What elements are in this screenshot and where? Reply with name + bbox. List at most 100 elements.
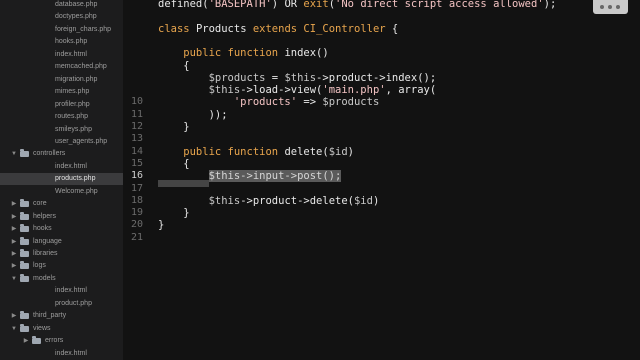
line-number: 16 xyxy=(130,170,143,182)
chevron-right-icon[interactable]: ▶ xyxy=(10,198,18,210)
line-number: 13 xyxy=(130,133,143,145)
code-text: 'products' => $products xyxy=(233,96,380,109)
code-line[interactable]: defined('BASEPATH') OR exit('No direct s… xyxy=(123,0,640,10)
code-line[interactable]: class Products extends CI_Controller { xyxy=(123,23,640,35)
code-line[interactable]: 16 $this->input->post(); xyxy=(123,170,640,183)
code-line[interactable] xyxy=(123,35,640,47)
line-number: 15 xyxy=(130,157,143,169)
code-line[interactable]: 10 'products' => $products xyxy=(123,96,640,108)
tree-item-label: product.php xyxy=(55,299,92,307)
line-number: 17 xyxy=(130,182,143,194)
folder-item[interactable]: ▶ third_party xyxy=(0,310,123,322)
file-item[interactable]: foreign_chars.php xyxy=(0,24,123,36)
code-text: } xyxy=(158,207,190,220)
folder-icon xyxy=(20,211,29,220)
tree-item-label: controllers xyxy=(33,150,66,158)
file-item[interactable]: index.html xyxy=(0,49,123,61)
folder-item[interactable]: ▶ hooks xyxy=(0,223,123,235)
file-item[interactable]: Welcome.php xyxy=(0,186,123,198)
chevron-right-icon[interactable]: ▶ xyxy=(22,335,30,347)
window-control-badge[interactable] xyxy=(593,0,628,14)
line-number: 21 xyxy=(130,231,143,243)
code-line[interactable]: $this->load->view('main.php', array( xyxy=(123,84,640,96)
file-item[interactable]: smileys.php xyxy=(0,124,123,136)
folder-item[interactable]: ▼ models xyxy=(0,273,123,285)
tree-item-label: language xyxy=(33,237,62,245)
chevron-right-icon[interactable]: ▶ xyxy=(10,310,18,322)
code-text: public function index() xyxy=(158,47,329,60)
file-item[interactable]: user_agents.php xyxy=(0,136,123,148)
code-line[interactable]: 15 { xyxy=(123,158,640,170)
chevron-right-icon[interactable]: ▶ xyxy=(10,223,18,235)
tree-item-label: user_agents.php xyxy=(55,137,108,145)
tree-item-label: hooks.php xyxy=(55,38,88,46)
tree-item-label: index.html xyxy=(55,349,87,357)
code-line[interactable]: 20} xyxy=(123,219,640,231)
code-line[interactable]: 14 public function delete($id) xyxy=(123,146,640,158)
file-item[interactable]: database.php xyxy=(0,0,123,11)
file-item[interactable]: index.html xyxy=(0,161,123,173)
chevron-down-icon[interactable]: ▼ xyxy=(10,273,18,285)
tree-item-label: Welcome.php xyxy=(55,187,98,195)
folder-icon xyxy=(20,149,29,158)
tree-item-label: logs xyxy=(33,262,46,270)
tree-item-label: products.php xyxy=(55,175,96,183)
chevron-down-icon[interactable]: ▼ xyxy=(10,148,18,160)
chevron-right-icon[interactable]: ▶ xyxy=(10,260,18,272)
chevron-right-icon[interactable]: ▶ xyxy=(10,236,18,248)
folder-icon xyxy=(20,199,29,208)
folder-item[interactable]: ▶ helpers xyxy=(0,211,123,223)
tree-item-label: errors xyxy=(45,337,64,345)
code-text: $this->load->view('main.php', array( xyxy=(158,84,437,97)
chevron-right-icon[interactable]: ▶ xyxy=(10,211,18,223)
folder-icon xyxy=(32,336,41,345)
line-number: 10 xyxy=(130,96,143,108)
code-line[interactable]: 21 xyxy=(123,232,640,244)
code-line[interactable]: 11 )); xyxy=(123,109,640,121)
code-editor[interactable]: defined('BASEPATH') OR exit('No direct s… xyxy=(123,0,640,360)
code-text: $this->input->post(); xyxy=(208,170,342,183)
line-number: 14 xyxy=(130,145,143,157)
code-line[interactable]: 18 $this->product->delete($id) xyxy=(123,195,640,207)
folder-item[interactable]: ▶ errors xyxy=(0,335,123,347)
file-item[interactable]: mimes.php xyxy=(0,86,123,98)
file-item[interactable]: profiler.php xyxy=(0,99,123,111)
file-tree-sidebar: database.php doctypes.php foreign_chars.ph… xyxy=(0,0,123,360)
chevron-down-icon[interactable]: ▼ xyxy=(10,323,18,335)
code-line[interactable]: $products = $this->product->index(); xyxy=(123,72,640,84)
code-line[interactable] xyxy=(123,10,640,22)
file-item[interactable]: doctypes.php xyxy=(0,11,123,23)
code-line[interactable]: public function index() xyxy=(123,47,640,59)
code-text: )); xyxy=(158,108,228,121)
file-item[interactable]: memcached.php xyxy=(0,61,123,73)
folder-item[interactable]: ▶ libraries xyxy=(0,248,123,260)
code-line[interactable]: { xyxy=(123,60,640,72)
code-text: } xyxy=(158,121,190,133)
line-number: 20 xyxy=(130,219,143,231)
code-text: $this->product->delete($id) xyxy=(158,194,380,207)
file-item[interactable]: index.html xyxy=(0,348,123,360)
file-item[interactable]: routes.php xyxy=(0,111,123,123)
file-item[interactable]: products.php xyxy=(0,173,123,186)
tree-item-label: models xyxy=(33,274,56,282)
folder-item[interactable]: ▶ logs xyxy=(0,260,123,272)
folder-item[interactable]: ▼ views xyxy=(0,323,123,335)
code-line[interactable]: 12 } xyxy=(123,121,640,133)
folder-item[interactable]: ▼ controllers xyxy=(0,148,123,160)
tree-item-label: foreign_chars.php xyxy=(55,25,112,33)
file-item[interactable]: migration.php xyxy=(0,74,123,86)
dot-icon xyxy=(608,5,612,9)
file-item[interactable]: hooks.php xyxy=(0,36,123,48)
chevron-right-icon[interactable]: ▶ xyxy=(10,248,18,260)
file-item[interactable]: product.php xyxy=(0,298,123,310)
tree-item-label: helpers xyxy=(33,212,56,220)
folder-item[interactable]: ▶ core xyxy=(0,198,123,210)
code-line[interactable]: 13 xyxy=(123,133,640,145)
code-line[interactable]: 17 xyxy=(123,183,640,195)
tree-item-label: doctypes.php xyxy=(55,13,97,21)
file-item[interactable]: index.html xyxy=(0,285,123,297)
dot-icon xyxy=(616,5,620,9)
code-line[interactable]: 19 } xyxy=(123,207,640,219)
folder-icon xyxy=(20,323,29,332)
folder-item[interactable]: ▶ language xyxy=(0,236,123,248)
